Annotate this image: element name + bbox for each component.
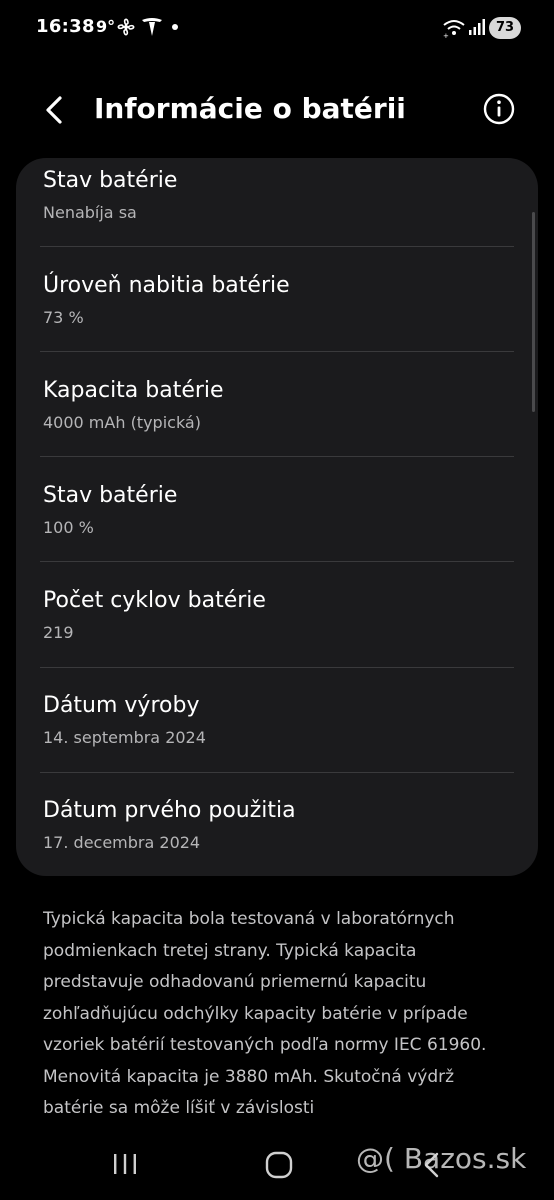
list-item-cycle-count: Počet cyklov batérie 219 — [16, 562, 538, 667]
notification-dot-icon — [172, 24, 178, 30]
fan-icon — [117, 18, 135, 36]
battery-info-card: Stav batérie Nenabíja sa Úroveň nabitia … — [16, 158, 538, 876]
item-title: Počet cyklov batérie — [43, 588, 266, 613]
status-time: 16:38 — [36, 16, 95, 37]
wifi-icon: + — [443, 20, 465, 39]
item-title: Dátum výroby — [43, 693, 200, 718]
item-value: 100 % — [43, 518, 94, 537]
item-value: 4000 mAh (typická) — [43, 413, 201, 432]
item-value: Nenabíja sa — [43, 203, 137, 222]
status-temperature: 9° — [96, 17, 116, 36]
list-item-battery-health: Stav batérie 100 % — [16, 457, 538, 562]
list-item-capacity: Kapacita batérie 4000 mAh (typická) — [16, 352, 538, 457]
watermark: @( Bazos.sk — [356, 1142, 527, 1175]
list-item-first-use-date: Dátum prvého použitia 17. decembra 2024 — [16, 773, 538, 876]
item-title: Kapacita batérie — [43, 378, 224, 403]
page-title: Informácie o batérii — [94, 92, 406, 125]
tesla-icon — [142, 18, 162, 36]
item-value: 73 % — [43, 308, 84, 327]
item-value: 14. septembra 2024 — [43, 728, 206, 747]
item-value: 17. decembra 2024 — [43, 833, 201, 852]
signal-icon — [469, 19, 485, 35]
svg-text:+: + — [443, 32, 449, 39]
battery-icon: 73 — [489, 17, 521, 39]
item-title: Úroveň nabitia batérie — [43, 273, 290, 298]
item-title: Dátum prvého použitia — [43, 798, 296, 823]
capacity-note: Typická kapacita bola testovaná v labora… — [43, 909, 487, 1118]
home-icon[interactable] — [264, 1150, 294, 1180]
scrollbar[interactable] — [532, 212, 535, 412]
item-title: Stav batérie — [43, 168, 178, 193]
app-header: Informácie o batérii — [0, 80, 554, 140]
item-value: 219 — [43, 623, 74, 642]
item-title: Stav batérie — [43, 483, 178, 508]
info-circle-icon[interactable] — [482, 92, 516, 126]
chevron-left-icon[interactable] — [36, 90, 76, 130]
list-item-charge-level: Úroveň nabitia batérie 73 % — [16, 247, 538, 352]
status-bar: 16:38 9° + 73 — [0, 0, 554, 56]
list-item-manufacture-date: Dátum výroby 14. septembra 2024 — [16, 668, 538, 773]
recent-apps-icon[interactable] — [112, 1152, 138, 1176]
